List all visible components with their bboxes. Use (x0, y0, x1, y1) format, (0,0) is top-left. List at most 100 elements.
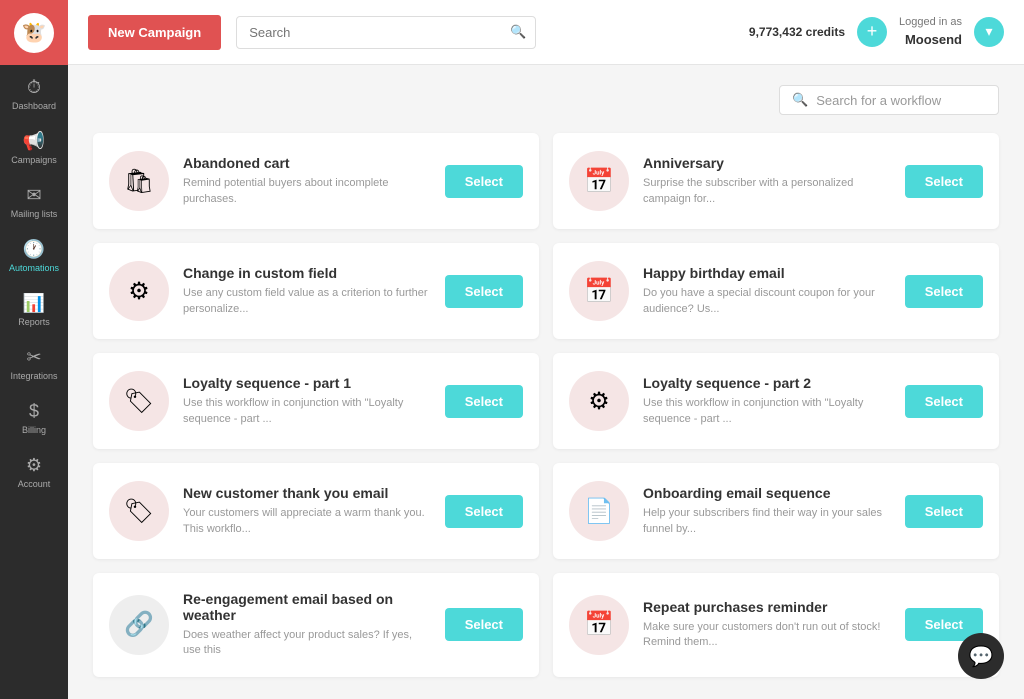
chat-button[interactable]: 💬 (958, 633, 1004, 679)
search-box: 🔍 (236, 16, 536, 49)
loyalty-1-title: Loyalty sequence - part 1 (183, 375, 431, 391)
sidebar-item-automations[interactable]: 🕐 Automations (9, 227, 59, 281)
username-label: Moosend (899, 31, 962, 49)
happy-birthday-select-button[interactable]: Select (905, 275, 983, 308)
mailing-lists-icon: ✉ (26, 185, 41, 206)
loyalty-1-icon: 🏷 (109, 371, 169, 431)
happy-birthday-title: Happy birthday email (643, 265, 891, 281)
workflow-card-happy-birthday: 📅 Happy birthday email Do you have a spe… (553, 243, 999, 339)
logged-in-label: Logged in as (899, 15, 962, 30)
sidebar-item-billing[interactable]: $ Billing (9, 389, 59, 443)
search-input[interactable] (236, 16, 536, 49)
workflow-card-change-custom-field: ⚙ Change in custom field Use any custom … (93, 243, 539, 339)
loyalty-2-description: Use this workflow in conjunction with "L… (643, 396, 891, 427)
billing-icon: $ (29, 401, 39, 422)
search-icon: 🔍 (510, 24, 526, 40)
new-customer-title: New customer thank you email (183, 485, 431, 501)
loyalty-2-icon: ⚙ (569, 371, 629, 431)
abandoned-cart-title: Abandoned cart (183, 155, 431, 171)
abandoned-cart-description: Remind potential buyers about incomplete… (183, 176, 431, 207)
new-customer-info: New customer thank you email Your custom… (183, 485, 431, 537)
workflow-search-icon: 🔍 (792, 92, 808, 108)
abandoned-cart-icon: 🛍 (109, 151, 169, 211)
loyalty-2-info: Loyalty sequence - part 2 Use this workf… (643, 375, 891, 427)
credits-label: credits (806, 25, 845, 39)
sidebar-item-reports[interactable]: 📊 Reports (9, 281, 59, 335)
automations-label: Automations (9, 263, 59, 273)
user-dropdown-button[interactable]: ▾ (974, 17, 1004, 47)
new-customer-description: Your customers will appreciate a warm th… (183, 506, 431, 537)
anniversary-icon: 📅 (569, 151, 629, 211)
dashboard-label: Dashboard (12, 101, 56, 111)
reengagement-select-button[interactable]: Select (445, 608, 523, 641)
workflow-card-abandoned-cart: 🛍 Abandoned cart Remind potential buyers… (93, 133, 539, 229)
workflow-search[interactable]: 🔍 Search for a workflow (779, 85, 999, 115)
new-campaign-button[interactable]: New Campaign (88, 15, 221, 50)
user-info: Logged in as Moosend (899, 15, 962, 49)
anniversary-title: Anniversary (643, 155, 891, 171)
sidebar-item-dashboard[interactable]: ⏱ Dashboard (9, 65, 59, 119)
integrations-icon: ✂ (26, 347, 41, 368)
add-button[interactable]: + (857, 17, 887, 47)
account-label: Account (18, 479, 51, 489)
onboarding-select-button[interactable]: Select (905, 495, 983, 528)
reengagement-icon: 🔗 (109, 595, 169, 655)
loyalty-2-select-button[interactable]: Select (905, 385, 983, 418)
integrations-label: Integrations (10, 371, 57, 381)
sidebar-item-account[interactable]: ⚙ Account (9, 443, 59, 497)
reports-label: Reports (18, 317, 50, 327)
workflow-card-repeat-purchases: 📅 Repeat purchases reminder Make sure yo… (553, 573, 999, 677)
abandoned-cart-select-button[interactable]: Select (445, 165, 523, 198)
content-header: 🔍 Search for a workflow (93, 85, 999, 115)
abandoned-cart-info: Abandoned cart Remind potential buyers a… (183, 155, 431, 207)
reengagement-info: Re-engagement email based on weather Doe… (183, 591, 431, 659)
happy-birthday-icon: 📅 (569, 261, 629, 321)
new-customer-select-button[interactable]: Select (445, 495, 523, 528)
loyalty-1-info: Loyalty sequence - part 1 Use this workf… (183, 375, 431, 427)
repeat-purchases-info: Repeat purchases reminder Make sure your… (643, 599, 891, 651)
main-area: New Campaign 🔍 9,773,432 credits + Logge… (68, 0, 1024, 699)
workflow-card-loyalty-1: 🏷 Loyalty sequence - part 1 Use this wor… (93, 353, 539, 449)
header: New Campaign 🔍 9,773,432 credits + Logge… (68, 0, 1024, 65)
workflow-card-new-customer: 🏷 New customer thank you email Your cust… (93, 463, 539, 559)
new-customer-icon: 🏷 (109, 481, 169, 541)
reengagement-description: Does weather affect your product sales? … (183, 628, 431, 659)
anniversary-info: Anniversary Surprise the subscriber with… (643, 155, 891, 207)
workflow-card-reengagement: 🔗 Re-engagement email based on weather D… (93, 573, 539, 677)
automations-icon: 🕐 (23, 239, 45, 260)
anniversary-description: Surprise the subscriber with a personali… (643, 176, 891, 207)
happy-birthday-info: Happy birthday email Do you have a speci… (643, 265, 891, 317)
onboarding-icon: 📄 (569, 481, 629, 541)
dashboard-icon: ⏱ (27, 77, 41, 98)
sidebar-item-mailing-lists[interactable]: ✉ Mailing lists (9, 173, 59, 227)
header-right: 9,773,432 credits + Logged in as Moosend… (749, 15, 1004, 49)
logo-icon: 🐮 (14, 13, 54, 53)
onboarding-description: Help your subscribers find their way in … (643, 506, 891, 537)
sidebar: 🐮 ⏱ Dashboard 📢 Campaigns ✉ Mailing list… (0, 0, 68, 699)
sidebar-item-integrations[interactable]: ✂ Integrations (9, 335, 59, 389)
workflow-card-anniversary: 📅 Anniversary Surprise the subscriber wi… (553, 133, 999, 229)
account-icon: ⚙ (26, 455, 42, 476)
change-custom-field-description: Use any custom field value as a criterio… (183, 286, 431, 317)
workflow-card-onboarding: 📄 Onboarding email sequence Help your su… (553, 463, 999, 559)
loyalty-1-description: Use this workflow in conjunction with "L… (183, 396, 431, 427)
anniversary-select-button[interactable]: Select (905, 165, 983, 198)
content-area: 🔍 Search for a workflow 🛍 Abandoned cart… (68, 65, 1024, 699)
workflow-search-placeholder: Search for a workflow (816, 93, 941, 108)
credits-value: 9,773,432 (749, 25, 802, 39)
repeat-purchases-title: Repeat purchases reminder (643, 599, 891, 615)
campaigns-icon: 📢 (23, 131, 45, 152)
loyalty-1-select-button[interactable]: Select (445, 385, 523, 418)
credits-display: 9,773,432 credits (749, 25, 845, 39)
sidebar-item-campaigns[interactable]: 📢 Campaigns (9, 119, 59, 173)
change-custom-field-icon: ⚙ (109, 261, 169, 321)
repeat-purchases-description: Make sure your customers don't run out o… (643, 620, 891, 651)
repeat-purchases-icon: 📅 (569, 595, 629, 655)
billing-label: Billing (22, 425, 46, 435)
workflow-card-loyalty-2: ⚙ Loyalty sequence - part 2 Use this wor… (553, 353, 999, 449)
loyalty-2-title: Loyalty sequence - part 2 (643, 375, 891, 391)
change-custom-field-select-button[interactable]: Select (445, 275, 523, 308)
onboarding-info: Onboarding email sequence Help your subs… (643, 485, 891, 537)
change-custom-field-info: Change in custom field Use any custom fi… (183, 265, 431, 317)
campaigns-label: Campaigns (11, 155, 57, 165)
